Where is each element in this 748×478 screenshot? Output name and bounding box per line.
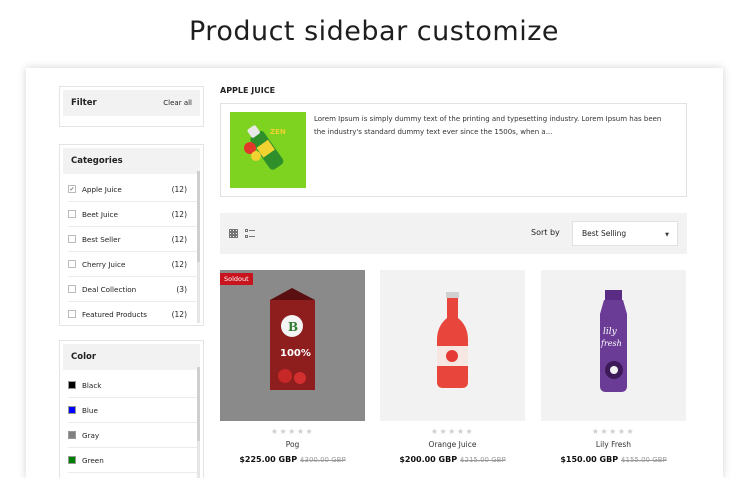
color-label: Gray (82, 430, 100, 440)
filter-title: Filter (71, 98, 97, 108)
filter-header: Filter Clear all (63, 90, 200, 116)
collection-banner: ZEN Lorem Ipsum is simply dummy text of … (220, 103, 687, 197)
page-headline: Product sidebar customize (189, 16, 559, 47)
product-toolbar: Sort by Best Selling ▼ (220, 213, 687, 254)
categories-title: Categories (71, 156, 123, 166)
soldout-badge: Soldout (220, 273, 253, 285)
juice-bottle-illustration: lily fresh (600, 290, 627, 392)
scrollbar-thumb[interactable] (197, 367, 200, 442)
category-label: Apple Juice (82, 184, 122, 194)
product-name[interactable]: Pog (220, 440, 365, 449)
collection-description: Lorem Ipsum is simply dummy text of the … (314, 115, 662, 136)
checkbox[interactable] (68, 210, 76, 218)
checkbox[interactable] (68, 235, 76, 243)
categories-scrollbar[interactable] (197, 171, 200, 323)
color-option-gray[interactable]: Gray (68, 423, 197, 448)
grid-view-icon[interactable] (229, 229, 238, 238)
category-option-cherry-juice[interactable]: Cherry Juice (12) (68, 252, 197, 277)
sale-price: $150.00 GBP (560, 455, 619, 464)
color-option-green[interactable]: Green (68, 448, 197, 473)
categories-header: Categories (63, 148, 200, 174)
sort-label: Sort by (531, 228, 560, 237)
compare-price: $300.00 GBP (300, 456, 346, 464)
color-swatch[interactable] (68, 456, 76, 464)
color-label: Black (82, 380, 102, 390)
category-count: (12) (171, 209, 187, 219)
category-label: Best Seller (82, 234, 121, 244)
checkbox[interactable] (68, 310, 76, 318)
checkbox[interactable] (68, 260, 76, 268)
product-price: $200.00 GBP $215.00 GBP (380, 455, 525, 464)
sort-value: Best Selling (582, 229, 627, 238)
caret-down-icon: ▼ (665, 232, 669, 238)
product-name[interactable]: Orange Juice (380, 440, 525, 449)
collection-image: ZEN (230, 112, 306, 188)
category-option-featured-products[interactable]: Featured Products (12) (68, 302, 197, 325)
color-scrollbar[interactable] (197, 367, 200, 478)
category-count: (12) (171, 234, 187, 244)
color-option-black[interactable]: Black (68, 373, 197, 398)
color-swatch[interactable] (68, 381, 76, 389)
juice-carton-illustration: B 100% (270, 288, 315, 390)
product-card[interactable]: ★★★★★ Orange Juice $200.00 GBP $215.00 GB… (380, 270, 525, 464)
color-label: Green (82, 455, 104, 465)
category-count: (12) (171, 259, 187, 269)
product-image[interactable]: lily fresh (541, 270, 686, 421)
shop-frame: Filter Clear all Categories ✔ Apple Juic… (26, 68, 723, 478)
product-card[interactable]: Soldout B 100% ★★★★★ Pog $225.00 GBP $300… (220, 270, 365, 464)
sort-select[interactable]: Best Selling ▼ (572, 221, 678, 246)
product-name[interactable]: Lily Fresh (541, 440, 686, 449)
category-count: (12) (171, 184, 187, 194)
juice-bottle-illustration: ZEN (230, 112, 306, 188)
svg-text:ZEN: ZEN (270, 128, 286, 136)
color-swatch[interactable] (68, 431, 76, 439)
category-label: Cherry Juice (82, 259, 126, 269)
category-option-best-seller[interactable]: Best Seller (12) (68, 227, 197, 252)
category-label: Featured Products (82, 309, 148, 319)
product-image[interactable]: Soldout B 100% (220, 270, 365, 421)
rating-stars: ★★★★★ (430, 427, 475, 436)
category-count: (12) (171, 309, 187, 319)
rating-stars: ★★★★★ (270, 427, 315, 436)
product-card[interactable]: lily fresh ★★★★★ Lily Fresh $150.00 GBP $… (541, 270, 686, 464)
sale-price: $200.00 GBP (399, 455, 458, 464)
category-label: Deal Collection (82, 284, 137, 294)
svg-text:lily: lily (603, 327, 618, 337)
compare-price: $155.00 GBP (621, 456, 667, 464)
product-price: $225.00 GBP $300.00 GBP (220, 455, 365, 464)
category-option-deal-collection[interactable]: Deal Collection (3) (68, 277, 197, 302)
category-option-apple-juice[interactable]: ✔ Apple Juice (12) (68, 177, 197, 202)
checkbox[interactable]: ✔ (68, 185, 76, 193)
juice-bottle-illustration (437, 292, 468, 388)
color-swatch[interactable] (68, 406, 76, 414)
sale-price: $225.00 GBP (239, 455, 298, 464)
color-box: Color Black Blue Gray Green (59, 340, 204, 478)
category-option-beet-juice[interactable]: Beet Juice (12) (68, 202, 197, 227)
color-header: Color (63, 344, 200, 370)
list-view-icon[interactable] (245, 229, 255, 238)
svg-text:B: B (288, 320, 298, 334)
filter-box: Filter Clear all (59, 86, 204, 127)
clear-all-link[interactable]: Clear all (163, 99, 192, 107)
collection-title: APPLE JUICE (220, 86, 276, 95)
categories-box: Categories ✔ Apple Juice (12) Beet Juice… (59, 144, 204, 326)
svg-text:100%: 100% (280, 348, 311, 359)
category-label: Beet Juice (82, 209, 118, 219)
scrollbar-thumb[interactable] (197, 171, 200, 263)
color-title: Color (71, 352, 97, 362)
compare-price: $215.00 GBP (460, 456, 506, 464)
color-label: Blue (82, 405, 98, 415)
color-option-blue[interactable]: Blue (68, 398, 197, 423)
product-image[interactable] (380, 270, 525, 421)
checkbox[interactable] (68, 285, 76, 293)
svg-text:fresh: fresh (600, 339, 622, 348)
category-count: (3) (176, 284, 187, 294)
rating-stars: ★★★★★ (591, 427, 636, 436)
product-price: $150.00 GBP $155.00 GBP (541, 455, 686, 464)
